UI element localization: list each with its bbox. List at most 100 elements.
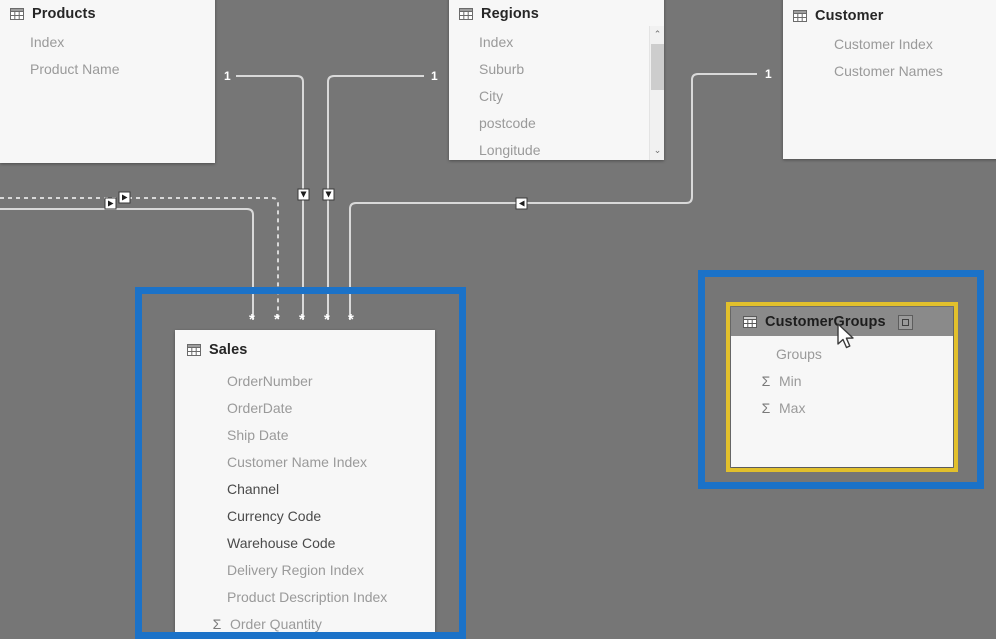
regions-vertical-scrollbar[interactable]: ⌃ ⌄ (649, 26, 664, 160)
field-products-product-name[interactable]: Product Name (0, 55, 215, 82)
field-list-products: Index Product Name (0, 26, 215, 88)
table-card-regions[interactable]: Regions Index Suburb City postcode Longi… (449, 0, 664, 160)
field-customer-groups-min[interactable]: Σ Min (731, 367, 953, 394)
field-list-customer: Customer Index Customer Names (783, 28, 996, 90)
field-label: Delivery Region Index (227, 561, 364, 578)
field-customer-customer-index[interactable]: Customer Index (783, 30, 996, 57)
cardinality-label-many-4: * (324, 311, 330, 328)
field-customer-customer-names[interactable]: Customer Names (783, 57, 996, 84)
cardinality-label-many-3: * (299, 311, 305, 328)
arrow-marker-box (104, 197, 117, 210)
arrow-right-icon (122, 194, 128, 201)
arrow-marker-box (515, 197, 528, 210)
field-sales-channel[interactable]: Channel (175, 475, 435, 502)
field-label: Index (479, 33, 514, 50)
field-label: Suburb (479, 60, 525, 77)
field-label: postcode (479, 114, 536, 131)
table-card-customer-groups[interactable]: CustomerGroups Groups Σ Min Σ Max (731, 307, 953, 467)
field-label: Index (30, 33, 65, 50)
cardinality-label-many-1: * (249, 311, 255, 328)
field-sales-order-quantity[interactable]: Σ Order Quantity (175, 610, 435, 637)
cardinality-label-one-regions: 1 (431, 69, 438, 83)
table-card-products[interactable]: Products Index Product Name (0, 0, 215, 163)
field-label: Customer Names (834, 62, 943, 79)
rel-line-regions-sales (327, 75, 424, 320)
field-sales-delivery-region-index[interactable]: Delivery Region Index (175, 556, 435, 583)
field-list-regions: Index Suburb City postcode Longitude (449, 26, 664, 160)
cardinality-label-one-customer: 1 (765, 67, 772, 81)
table-header-customer[interactable]: Customer (783, 0, 996, 28)
table-grid-icon (187, 344, 201, 356)
arrow-right-icon (108, 200, 114, 207)
table-header-sales[interactable]: Sales (175, 330, 435, 362)
field-label: Channel (227, 480, 280, 497)
field-label: Product Description Index (227, 588, 388, 605)
sigma-icon: Σ (761, 372, 771, 389)
field-label: Ship Date (227, 426, 289, 443)
arrow-marker-box (322, 188, 335, 201)
field-label: Customer Index (834, 35, 933, 52)
scroll-down-icon[interactable]: ⌄ (650, 142, 664, 158)
field-sales-currency-code[interactable]: Currency Code (175, 502, 435, 529)
field-label: Product Name (30, 60, 120, 77)
collapse-icon[interactable] (897, 314, 913, 330)
field-label: Customer Name Index (227, 453, 368, 470)
field-customer-groups-groups[interactable]: Groups (731, 340, 953, 367)
arrow-left-icon (519, 200, 525, 207)
field-label: OrderNumber (227, 372, 313, 389)
cardinality-label-many-5: * (348, 311, 354, 328)
field-regions-longitude[interactable]: Longitude (449, 136, 664, 160)
table-name-sales: Sales (209, 342, 248, 358)
field-sales-warehouse-code[interactable]: Warehouse Code (175, 529, 435, 556)
field-label: Groups (776, 345, 822, 362)
arrow-down-icon (325, 191, 332, 198)
field-label: OrderDate (227, 399, 293, 416)
rel-line-products-sales (236, 75, 304, 320)
field-regions-index[interactable]: Index (449, 28, 664, 55)
sigma-icon: Σ (761, 399, 771, 416)
table-header-customer-groups[interactable]: CustomerGroups (731, 307, 953, 336)
table-name-customer-groups: CustomerGroups (765, 314, 886, 330)
field-label: City (479, 87, 504, 104)
rel-line-inactive-left (0, 208, 254, 320)
table-name-products: Products (32, 6, 96, 22)
field-regions-postcode[interactable]: postcode (449, 109, 664, 136)
table-grid-icon (743, 316, 757, 328)
table-grid-icon (459, 8, 473, 20)
cardinality-label-one-products: 1 (224, 69, 231, 83)
sigma-icon: Σ (212, 615, 222, 632)
field-label: Order Quantity (230, 615, 322, 632)
model-diagram-canvas[interactable]: 1 1 1 * * * * * Products Index Product N… (0, 0, 996, 639)
field-regions-suburb[interactable]: Suburb (449, 55, 664, 82)
field-sales-product-description-index[interactable]: Product Description Index (175, 583, 435, 610)
cardinality-label-many-2: * (274, 311, 280, 328)
field-list-sales: OrderNumber OrderDate Ship Date Customer… (175, 362, 435, 639)
field-sales-ordernumber[interactable]: OrderNumber (175, 367, 435, 394)
rel-line-inactive-dashed (0, 197, 279, 320)
field-sales-ship-date[interactable]: Ship Date (175, 421, 435, 448)
table-grid-icon (793, 10, 807, 22)
table-card-customer[interactable]: Customer Customer Index Customer Names (783, 0, 996, 159)
field-regions-city[interactable]: City (449, 82, 664, 109)
scroll-up-icon[interactable]: ⌃ (650, 26, 664, 42)
table-card-sales[interactable]: Sales OrderNumber OrderDate Ship Date Cu… (175, 330, 435, 639)
field-sales-customer-name-index[interactable]: Customer Name Index (175, 448, 435, 475)
table-header-regions[interactable]: Regions (449, 0, 664, 26)
field-list-customer-groups: Groups Σ Min Σ Max (731, 336, 953, 427)
arrow-down-icon (300, 191, 307, 198)
field-label: Warehouse Code (227, 534, 336, 551)
table-header-products[interactable]: Products (0, 0, 215, 26)
field-label: Currency Code (227, 507, 322, 524)
table-name-regions: Regions (481, 6, 539, 22)
field-sales-orderdate[interactable]: OrderDate (175, 394, 435, 421)
field-customer-groups-max[interactable]: Σ Max (731, 394, 953, 421)
arrow-marker-box (118, 191, 131, 204)
table-grid-icon (10, 8, 24, 20)
field-label: Min (779, 372, 802, 389)
table-name-customer: Customer (815, 8, 884, 24)
field-label: Longitude (479, 141, 541, 158)
scrollbar-thumb[interactable] (651, 44, 664, 90)
field-products-index[interactable]: Index (0, 28, 215, 55)
relationship-direction-markers (104, 188, 528, 210)
arrow-marker-box (297, 188, 310, 201)
